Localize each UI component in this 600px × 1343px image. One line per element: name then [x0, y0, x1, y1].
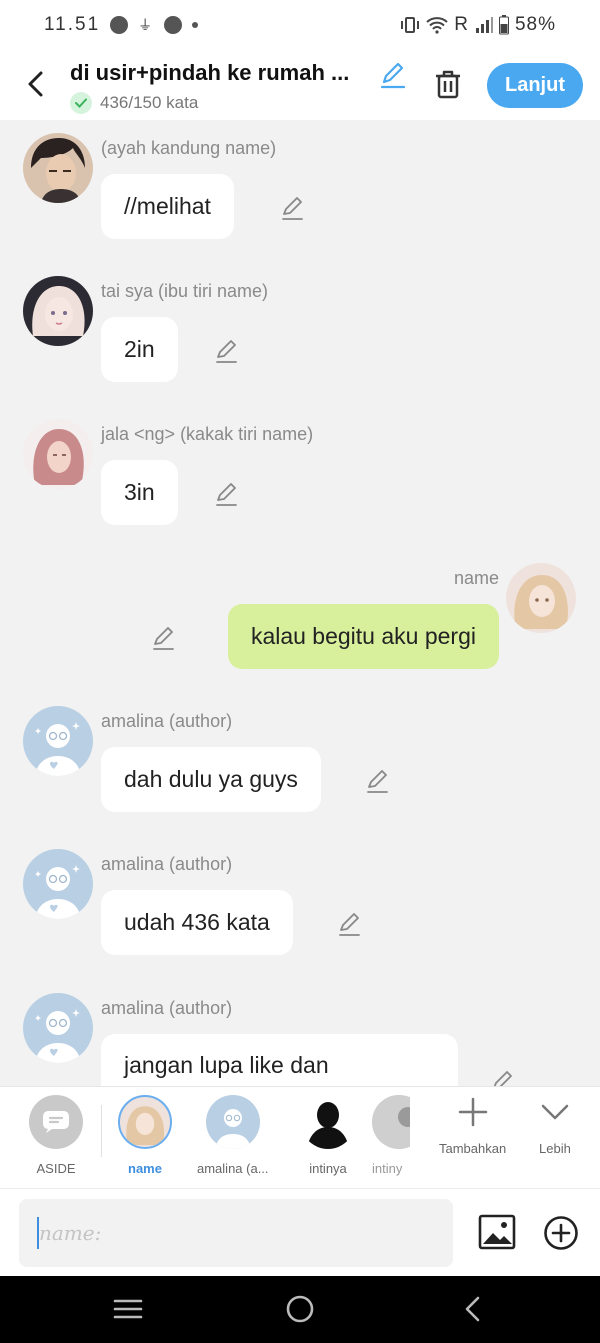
tool-label: Tambahkan	[439, 1141, 507, 1156]
pencil-icon	[216, 483, 237, 506]
author-avatar[interactable]	[23, 706, 93, 776]
edit-title-button[interactable]	[378, 60, 408, 90]
ayah-avatar[interactable]	[23, 133, 93, 203]
trash-icon	[436, 70, 460, 99]
message-bubble[interactable]: kalau begitu aku pergi	[227, 604, 499, 669]
sender-name: (ayah kandung name)	[101, 138, 277, 158]
sender-name: amalina (author)	[101, 854, 233, 874]
message-bubble[interactable]: dah dulu ya guys	[101, 747, 321, 812]
sender-name: jala <ng> (kakak tiri name)	[101, 424, 314, 444]
battery-icon	[498, 15, 509, 35]
edit-message-button[interactable]	[214, 338, 240, 364]
divider	[101, 1105, 102, 1157]
edit-message-button[interactable]	[365, 768, 391, 794]
status-time: 11.51	[44, 14, 101, 35]
name-avatar[interactable]	[506, 563, 576, 633]
character-label: amalina (a...	[197, 1161, 269, 1176]
plus-circle-icon	[544, 1216, 578, 1250]
sender-name: amalina (author)	[101, 998, 233, 1018]
pencil-icon	[380, 62, 406, 89]
message-input-bar	[0, 1188, 600, 1276]
wifi-icon	[426, 17, 448, 34]
author-avatar[interactable]	[23, 849, 93, 919]
recent-apps-button[interactable]	[111, 1294, 145, 1324]
chevron-left-icon	[465, 1296, 480, 1322]
aside-avatar	[29, 1095, 83, 1149]
kakak-avatar[interactable]	[23, 419, 93, 489]
word-count-label: 436/150 kata	[100, 93, 199, 112]
tool-label: Lebih	[539, 1141, 571, 1156]
edit-message-button[interactable]	[280, 195, 306, 221]
carrier-label: R	[454, 14, 469, 35]
message-bubble[interactable]: 3in	[101, 460, 178, 525]
character-label: intinya	[309, 1161, 347, 1176]
pencil-icon	[367, 770, 388, 793]
character-intinya[interactable]: intinya	[301, 1095, 355, 1176]
intiny-avatar	[372, 1095, 410, 1149]
sender-name: amalina (author)	[101, 711, 233, 731]
character-author[interactable]: amalina (a...	[197, 1095, 269, 1176]
message-bubble[interactable]: jangan lupa like dan	[101, 1034, 458, 1086]
chat-area[interactable]: (ayah kandung name) //melihat tai sya (i…	[0, 120, 600, 1086]
pencil-icon	[216, 340, 237, 363]
sender-name: name	[453, 568, 499, 588]
home-circle-icon	[286, 1295, 314, 1323]
usb-icon: ⏚	[138, 17, 155, 33]
plus-icon	[458, 1097, 487, 1127]
editor-header: di usir+pindah ke rumah ... 436/150 kata…	[0, 50, 600, 120]
character-label: name	[128, 1161, 162, 1176]
text-cursor	[37, 1217, 39, 1249]
edit-message-button[interactable]	[214, 481, 240, 507]
character-label: ASIDE	[36, 1161, 76, 1176]
pencil-icon	[493, 1071, 512, 1086]
message-bubble[interactable]: 2in	[101, 317, 178, 382]
insert-image-button[interactable]	[478, 1214, 516, 1250]
character-aside[interactable]: ASIDE	[29, 1095, 83, 1176]
chevron-left-icon	[28, 71, 43, 97]
signal-icon	[475, 17, 493, 33]
aside-icon	[43, 1111, 69, 1133]
pencil-icon	[282, 197, 303, 220]
back-nav-button[interactable]	[458, 1294, 492, 1324]
image-icon	[478, 1214, 516, 1250]
app-notification-icon	[164, 16, 183, 34]
more-button[interactable]: Lebih	[539, 1097, 571, 1156]
next-button[interactable]: Lanjut	[487, 63, 583, 108]
ibu-avatar[interactable]	[23, 276, 93, 346]
pencil-icon	[153, 627, 174, 650]
home-button[interactable]	[284, 1294, 318, 1324]
message-input[interactable]	[19, 1199, 453, 1267]
character-label: intiny	[372, 1161, 403, 1176]
check-icon	[70, 92, 92, 114]
add-content-button[interactable]	[543, 1215, 579, 1251]
author-avatar	[205, 1095, 260, 1149]
back-button[interactable]	[16, 64, 56, 104]
sender-name: tai sya (ibu tiri name)	[101, 281, 269, 301]
story-title[interactable]: di usir+pindah ke rumah ...	[70, 60, 370, 86]
status-bar: 11.51 ⏚ R 58%	[0, 0, 600, 50]
more-notifications-icon	[192, 22, 199, 28]
pencil-icon	[339, 913, 360, 936]
character-intiny[interactable]: intiny	[372, 1095, 410, 1176]
message-bubble[interactable]: udah 436 kata	[101, 890, 293, 955]
message-bubble[interactable]: //melihat	[101, 174, 234, 239]
vibrate-icon	[401, 17, 420, 33]
edit-message-button[interactable]	[337, 911, 363, 937]
delete-button[interactable]	[432, 68, 464, 100]
edit-message-button[interactable]	[151, 625, 177, 651]
author-avatar[interactable]	[23, 993, 93, 1063]
intinya-avatar	[301, 1095, 355, 1149]
character-selector: ASIDE name amalina (a... intinya intiny …	[0, 1086, 600, 1188]
system-nav-bar	[0, 1276, 600, 1343]
menu-icon	[113, 1299, 143, 1319]
chevron-down-icon	[541, 1104, 569, 1120]
battery-level: 58%	[514, 14, 556, 35]
word-count: 436/150 kata	[70, 92, 198, 114]
name-avatar	[118, 1095, 172, 1149]
character-name[interactable]: name	[118, 1095, 172, 1176]
add-character-button[interactable]: Tambahkan	[439, 1097, 506, 1156]
message-notification-icon	[110, 16, 129, 34]
edit-message-button[interactable]	[490, 1069, 516, 1086]
